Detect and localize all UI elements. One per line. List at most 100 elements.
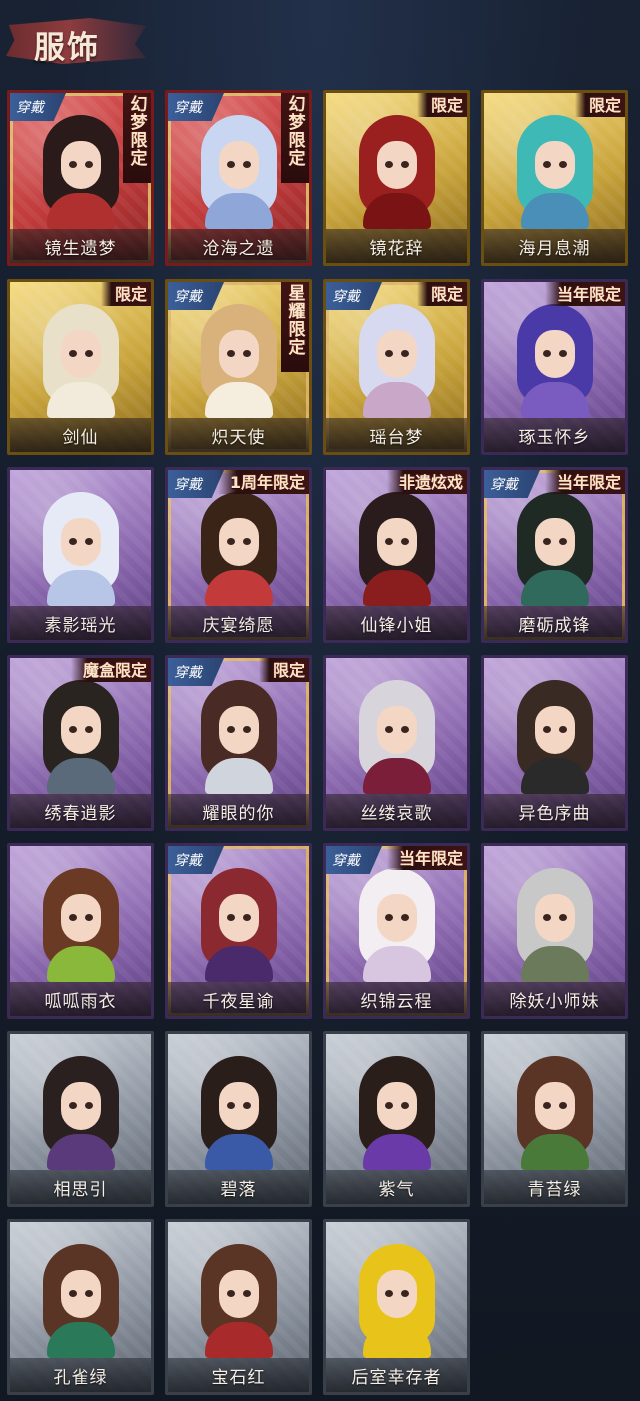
outfit-card[interactable]: 宝石红 — [165, 1219, 312, 1395]
portrait-eye — [400, 914, 409, 921]
outfit-card[interactable]: 紫气 — [323, 1031, 470, 1207]
character-portrait — [353, 109, 441, 229]
limited-tag: 幻梦限定 — [281, 93, 309, 183]
outfit-card[interactable]: 孔雀绿 — [7, 1219, 154, 1395]
portrait-eye — [384, 914, 393, 921]
outfit-card[interactable]: 炽天使 穿戴 星耀限定 — [165, 279, 312, 455]
outfit-card[interactable]: 青苔绿 — [481, 1031, 628, 1207]
portrait-face — [218, 141, 259, 189]
outfit-name: 瑶台梦 — [369, 427, 424, 448]
portrait-face — [534, 894, 575, 942]
outfit-card[interactable]: 沧海之遗 穿戴 幻梦限定 — [165, 90, 312, 266]
portrait-face — [534, 518, 575, 566]
worn-badge-label: 穿戴 — [174, 289, 202, 305]
portrait-eye — [542, 350, 551, 357]
limited-tag-label: 限定 — [272, 661, 305, 680]
portrait-eye — [558, 538, 567, 545]
portrait-face — [60, 141, 101, 189]
outfit-name-bar: 剑仙 — [10, 418, 151, 452]
outfit-card[interactable]: 磨砺成锋 穿戴 当年限定 — [481, 467, 628, 643]
outfit-name-bar: 孔雀绿 — [10, 1358, 151, 1392]
outfit-card[interactable]: 碧落 — [165, 1031, 312, 1207]
outfit-card[interactable]: 呱呱雨衣 — [7, 843, 154, 1019]
outfit-name: 镜生遗梦 — [44, 238, 117, 259]
limited-tag: 幻梦限定 — [123, 93, 151, 183]
limited-tag: 当年限定 — [386, 846, 467, 870]
outfit-name: 绣春逍影 — [44, 803, 117, 824]
outfit-card[interactable]: 相思引 — [7, 1031, 154, 1207]
portrait-eye — [242, 350, 251, 357]
outfit-card[interactable]: 剑仙 限定 — [7, 279, 154, 455]
portrait-eye — [68, 538, 77, 545]
character-portrait — [353, 298, 441, 418]
outfit-name: 相思引 — [53, 1179, 108, 1200]
limited-tag: 当年限定 — [544, 282, 625, 306]
character-portrait — [511, 298, 599, 418]
portrait-eye — [384, 1102, 393, 1109]
portrait-face — [376, 706, 417, 754]
outfit-card[interactable]: 除妖小师妹 — [481, 843, 628, 1019]
limited-tag-label: 1周年限定 — [229, 473, 305, 492]
outfit-card[interactable]: 耀眼的你 穿戴 限定 — [165, 655, 312, 831]
outfit-card[interactable]: 庆宴绮愿 穿戴 1周年限定 — [165, 467, 312, 643]
outfit-card[interactable]: 后室幸存者 — [323, 1219, 470, 1395]
character-portrait — [195, 1238, 283, 1358]
outfit-card[interactable]: 素影瑶光 — [7, 467, 154, 643]
worn-badge-label: 穿戴 — [174, 100, 202, 116]
limited-tag: 限定 — [575, 93, 625, 117]
portrait-eye — [542, 538, 551, 545]
portrait-face — [376, 518, 417, 566]
character-portrait — [37, 862, 125, 982]
portrait-eye — [84, 914, 93, 921]
outfit-card[interactable]: 织锦云程 穿戴 当年限定 — [323, 843, 470, 1019]
limited-tag: 限定 — [417, 282, 467, 306]
worn-badge-label: 穿戴 — [332, 853, 360, 869]
character-portrait — [511, 1050, 599, 1170]
outfit-card[interactable]: 镜生遗梦 穿戴 幻梦限定 — [7, 90, 154, 266]
limited-tag-label: 限定 — [430, 96, 463, 115]
limited-tag: 限定 — [417, 93, 467, 117]
outfit-name-bar: 异色序曲 — [484, 794, 625, 828]
character-portrait — [511, 109, 599, 229]
portrait-eye — [400, 1290, 409, 1297]
outfit-card[interactable]: 瑶台梦 穿戴 限定 — [323, 279, 470, 455]
character-portrait — [195, 862, 283, 982]
portrait-eye — [558, 914, 567, 921]
outfit-card[interactable]: 千夜星谕 穿戴 — [165, 843, 312, 1019]
portrait-eye — [84, 1290, 93, 1297]
portrait-eye — [226, 538, 235, 545]
portrait-eye — [242, 914, 251, 921]
outfit-name: 仙锋小姐 — [360, 615, 433, 636]
outfit-card[interactable]: 丝缕哀歌 — [323, 655, 470, 831]
limited-tag-label: 非遗炫戏 — [398, 473, 463, 492]
outfit-card[interactable]: 琢玉怀乡 当年限定 — [481, 279, 628, 455]
limited-tag: 1周年限定 — [217, 470, 309, 494]
outfit-name-bar: 沧海之遗 — [168, 229, 309, 263]
portrait-eye — [68, 914, 77, 921]
outfit-card[interactable]: 绣春逍影 魔盒限定 — [7, 655, 154, 831]
outfit-name-bar: 青苔绿 — [484, 1170, 625, 1204]
outfit-name-bar: 庆宴绮愿 — [168, 606, 309, 640]
outfit-name: 宝石红 — [211, 1367, 266, 1388]
outfit-grid: 镜生遗梦 穿戴 幻梦限定 沧海之遗 穿戴 幻梦限定 镜花辞 限定 海月息潮 限定 剑仙 限定 炽天使 穿戴… — [0, 0, 640, 1401]
outfit-name: 海月息潮 — [518, 238, 591, 259]
portrait-face — [534, 330, 575, 378]
outfit-card[interactable]: 镜花辞 限定 — [323, 90, 470, 266]
character-portrait — [37, 1050, 125, 1170]
outfit-name: 剑仙 — [62, 427, 99, 448]
portrait-eye — [226, 350, 235, 357]
portrait-eye — [242, 726, 251, 733]
character-portrait — [353, 486, 441, 606]
portrait-face — [60, 894, 101, 942]
outfit-card[interactable]: 海月息潮 限定 — [481, 90, 628, 266]
portrait-eye — [558, 1102, 567, 1109]
outfit-card[interactable]: 异色序曲 — [481, 655, 628, 831]
character-portrait — [37, 298, 125, 418]
portrait-eye — [400, 161, 409, 168]
outfit-card[interactable]: 仙锋小姐 非遗炫戏 — [323, 467, 470, 643]
outfit-name: 琢玉怀乡 — [518, 427, 591, 448]
portrait-face — [218, 894, 259, 942]
portrait-eye — [558, 161, 567, 168]
limited-tag-label: 幻梦限定 — [126, 95, 147, 167]
outfit-name-bar: 海月息潮 — [484, 229, 625, 263]
